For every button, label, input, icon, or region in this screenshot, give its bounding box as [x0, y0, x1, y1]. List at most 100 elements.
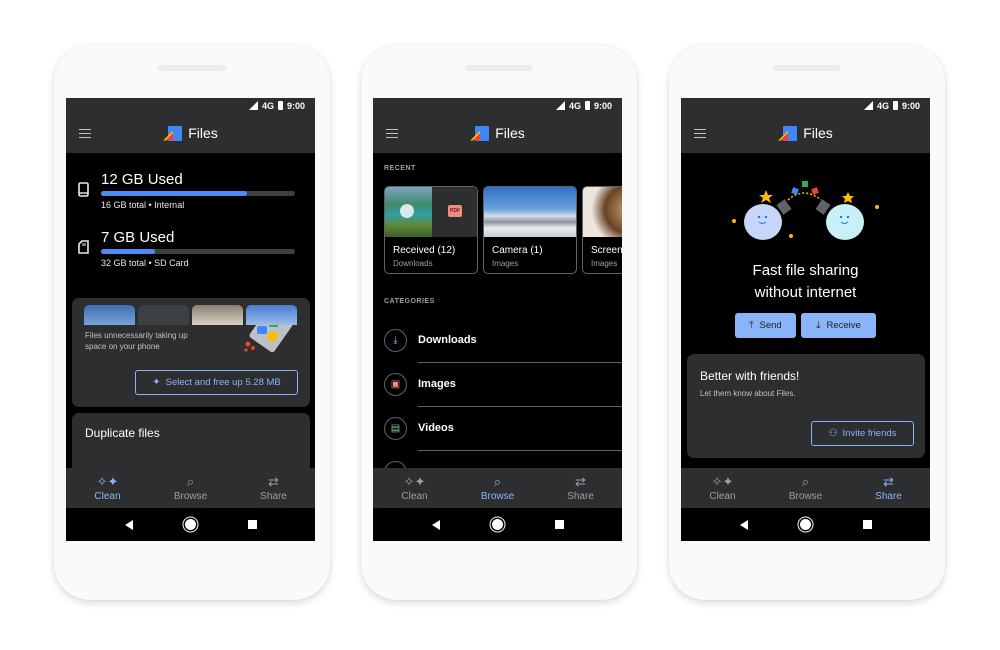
battery-icon	[584, 101, 590, 110]
storage-bar-fill	[101, 191, 247, 196]
recent-name: Screenshots	[591, 245, 622, 256]
recents-icon[interactable]	[554, 520, 564, 529]
app-title: Files	[188, 125, 218, 141]
recents-icon[interactable]	[862, 520, 872, 529]
download-icon: ⤓	[816, 320, 821, 331]
duplicate-files-card[interactable]: Duplicate files	[72, 413, 310, 468]
signal-icon	[555, 101, 565, 110]
duplicate-thumbnail[interactable]	[246, 305, 297, 325]
duplicate-thumbnail[interactable]	[192, 305, 243, 325]
folder-search-icon: ⌕	[493, 473, 502, 489]
nav-browse[interactable]: ⌕ Browse	[771, 474, 841, 502]
subtitle-line: space on your phone	[85, 342, 160, 351]
nav-label: Browse	[173, 490, 208, 502]
play-icon	[400, 204, 414, 218]
free-up-button[interactable]: ✦ Select and free up 5.28 MB	[135, 370, 298, 395]
free-up-button-label: Select and free up 5.28 MB	[165, 377, 281, 388]
back-icon[interactable]	[739, 519, 748, 530]
send-button-label: Send	[759, 320, 782, 331]
back-icon[interactable]	[431, 519, 440, 530]
recent-thumbnail	[583, 187, 622, 237]
phone-browse: 4G 9:00 Files RECENT PDF Received (12) D…	[361, 45, 637, 600]
system-nav-bar	[681, 508, 930, 541]
nav-share[interactable]: ⇄ Share	[854, 473, 924, 502]
nav-share[interactable]: ⇄ Share	[546, 473, 616, 502]
swap-arrows-icon: ⇄	[883, 473, 894, 489]
app-title: Files	[495, 125, 525, 141]
recent-card-screenshots[interactable]: Screenshots Images	[582, 186, 622, 274]
home-icon[interactable]	[491, 519, 503, 530]
recents-icon[interactable]	[247, 520, 257, 529]
home-icon[interactable]	[184, 519, 196, 530]
nav-label: Clean	[94, 490, 121, 502]
storage-sd-card[interactable]: 7 GB Used 32 GB total • SD Card	[78, 229, 295, 268]
nav-share[interactable]: ⇄ Share	[239, 473, 309, 502]
headline-line: without internet	[754, 284, 857, 301]
app-title: Files	[803, 125, 833, 141]
nav-clean[interactable]: ✧✦ Clean	[73, 473, 143, 502]
sd-card-icon	[78, 240, 96, 257]
storage-used: 12 GB Used	[101, 171, 183, 188]
sparkle-icon: ✦	[152, 377, 161, 388]
categories-section-label: CATEGORIES	[384, 298, 435, 305]
image-icon: ▣	[384, 372, 407, 396]
app-bar: Files	[373, 113, 622, 153]
nav-browse[interactable]: ⌕ Browse	[156, 474, 226, 502]
recent-card-received[interactable]: PDF Received (12) Downloads	[384, 186, 478, 274]
storage-total: 32 GB total • SD Card	[101, 258, 189, 268]
subtitle-line: Files unnecessarily taking up	[85, 331, 188, 340]
files-logo-icon	[163, 125, 183, 141]
recent-thumbnail	[484, 187, 576, 237]
recent-sub: Images	[492, 259, 519, 268]
screen-clean: 4G 9:00 Files 12 GB Used 16 GB total • I…	[66, 98, 315, 541]
download-icon: ⤓	[384, 328, 407, 352]
speaker-grille	[158, 65, 226, 71]
category-next-icon	[384, 461, 407, 468]
app-bar: Files	[66, 113, 315, 153]
nav-browse[interactable]: ⌕ Browse	[463, 473, 533, 502]
menu-icon[interactable]	[386, 129, 398, 138]
storage-total: 16 GB total • Internal	[101, 200, 185, 210]
invite-friends-label: Invite friends	[842, 428, 897, 439]
sparkle-icon: ✧✦	[96, 473, 119, 489]
system-nav-bar	[66, 508, 315, 541]
network-label: 4G	[568, 100, 581, 111]
duplicate-thumbnail[interactable]	[138, 305, 189, 325]
send-button[interactable]: ⤒ Send	[735, 313, 796, 338]
sparkle-icon: ✧✦	[403, 473, 426, 489]
recent-sub: Images	[591, 259, 618, 268]
phone-clean: 4G 9:00 Files 12 GB Used 16 GB total • I…	[54, 45, 330, 600]
menu-icon[interactable]	[79, 129, 91, 138]
nav-label: Browse	[480, 490, 515, 502]
category-images[interactable]: ▣ Images	[373, 362, 622, 406]
swap-arrows-icon: ⇄	[268, 473, 279, 489]
phone-share: 4G 9:00 Files Fast file sharing without …	[669, 45, 945, 600]
duplicate-thumbnail[interactable]	[84, 305, 135, 325]
nav-clean[interactable]: ✧✦ Clean	[688, 473, 758, 502]
nav-clean[interactable]: ✧✦ Clean	[380, 473, 450, 502]
recent-card-camera[interactable]: Camera (1) Images	[483, 186, 577, 274]
back-icon[interactable]	[124, 519, 133, 530]
storage-internal[interactable]: 12 GB Used 16 GB total • Internal	[78, 171, 295, 210]
speaker-grille	[773, 65, 841, 71]
invite-friends-button[interactable]: ⚇ Invite friends	[811, 421, 914, 446]
friends-card-title: Better with friends!	[700, 369, 800, 383]
home-icon[interactable]	[799, 519, 811, 530]
nav-label: Share	[567, 490, 594, 502]
category-label: Downloads	[418, 334, 477, 346]
signal-icon	[248, 101, 258, 110]
better-with-friends-card: Better with friends! Let them know about…	[687, 354, 925, 458]
receive-button[interactable]: ⤓ Receive	[801, 313, 876, 338]
speaker-grille	[465, 65, 533, 71]
recent-thumbnail: PDF	[385, 187, 477, 237]
bottom-nav: ✧✦ Clean ⌕ Browse ⇄ Share	[681, 468, 930, 508]
swap-arrows-icon: ⇄	[575, 473, 586, 489]
category-videos[interactable]: ▤ Videos	[373, 406, 622, 450]
menu-icon[interactable]	[694, 129, 706, 138]
sparkle-icon: ✧✦	[711, 473, 734, 489]
upload-icon: ⤒	[749, 320, 754, 331]
category-downloads[interactable]: ⤓ Downloads	[373, 318, 622, 362]
storage-bar	[101, 249, 295, 254]
share-headline: Fast file sharing without internet	[681, 260, 930, 304]
recent-section-label: RECENT	[384, 165, 416, 172]
